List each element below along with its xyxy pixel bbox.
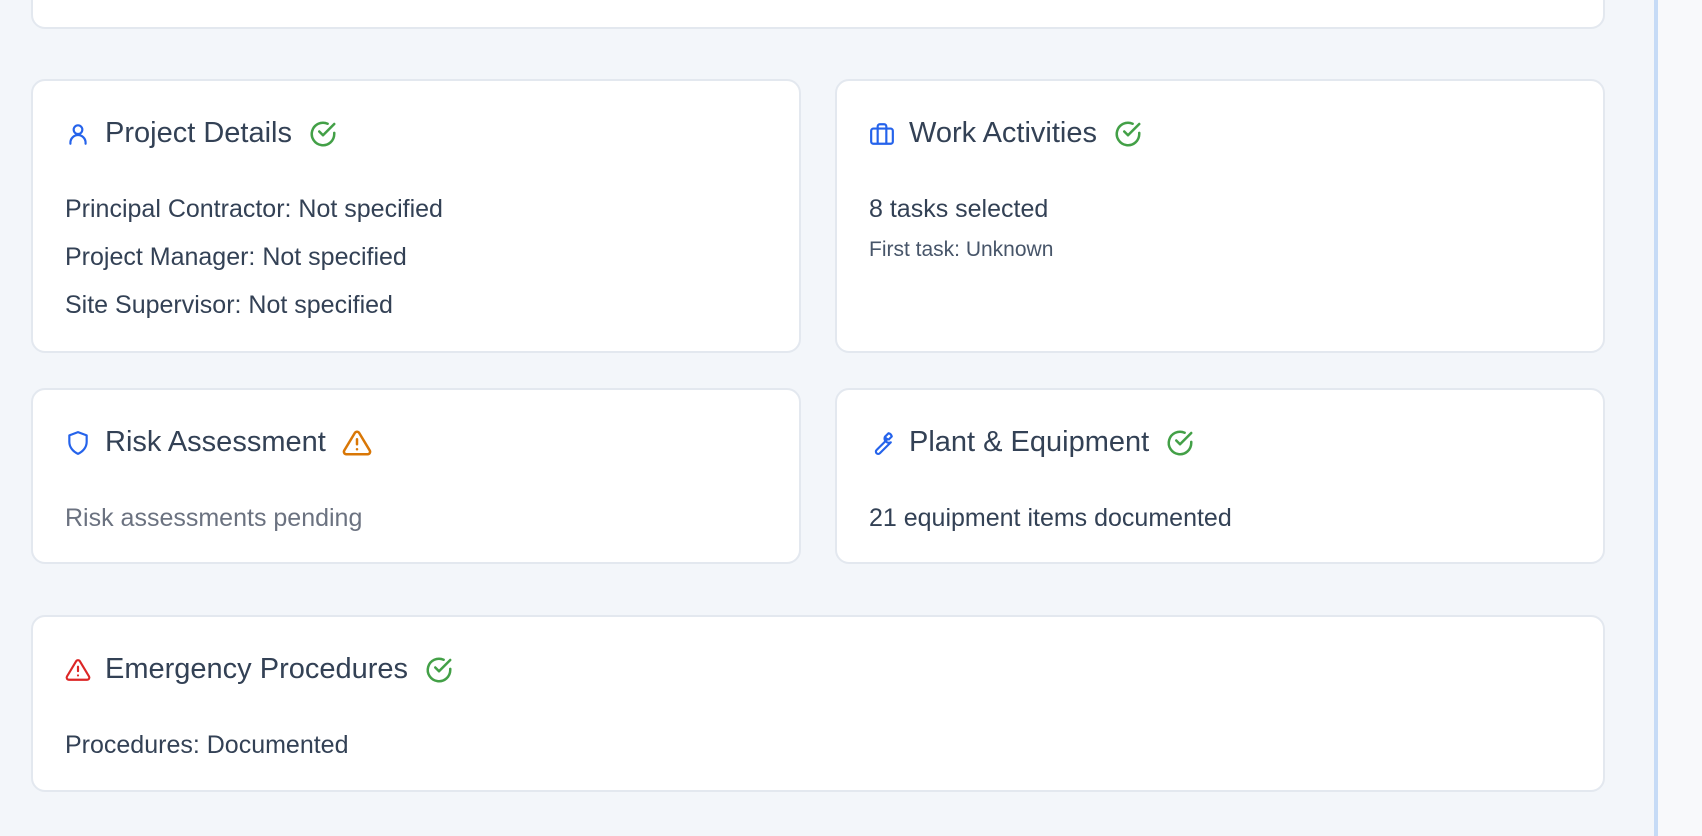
tasks-selected: 8 tasks selected <box>869 195 1049 223</box>
check-circle-icon <box>424 655 454 685</box>
shield-icon <box>65 430 91 456</box>
plant-equipment-card: Plant & Equipment 21 equipment items doc… <box>835 388 1605 564</box>
site-supervisor: Site Supervisor: Not specified <box>65 291 393 319</box>
wrench-icon <box>869 430 895 456</box>
card-title: Project Details <box>105 117 292 149</box>
principal-contractor: Principal Contractor: Not specified <box>65 195 443 223</box>
previous-card <box>31 0 1605 29</box>
card-title: Risk Assessment <box>105 426 326 458</box>
equipment-count: 21 equipment items documented <box>869 504 1232 532</box>
card-title: Emergency Procedures <box>105 653 409 685</box>
card-title: Plant & Equipment <box>909 426 1150 458</box>
panel-divider[interactable] <box>1654 0 1658 836</box>
briefcase-icon <box>869 121 895 147</box>
check-circle-icon <box>1113 119 1143 149</box>
first-task: First task: Unknown <box>869 238 1054 261</box>
card-title: Work Activities <box>909 117 1098 149</box>
work-activities-card: Work Activities 8 tasks selected First t… <box>835 79 1605 353</box>
project-details-card: Project Details Principal Contractor: No… <box>31 79 801 353</box>
review-panel: Project Details Principal Contractor: No… <box>0 0 1654 836</box>
alert-triangle-icon <box>65 657 91 683</box>
emergency-procedures-card: Emergency Procedures Procedures: Documen… <box>31 615 1605 792</box>
warning-icon <box>342 428 372 458</box>
check-circle-icon <box>1165 428 1195 458</box>
risk-assessment-card: Risk Assessment Risk assessments pending <box>31 388 801 564</box>
project-manager: Project Manager: Not specified <box>65 243 407 271</box>
user-icon <box>65 121 91 147</box>
check-circle-icon <box>308 119 338 149</box>
risk-status: Risk assessments pending <box>65 504 363 532</box>
procedures-status: Procedures: Documented <box>65 731 349 759</box>
